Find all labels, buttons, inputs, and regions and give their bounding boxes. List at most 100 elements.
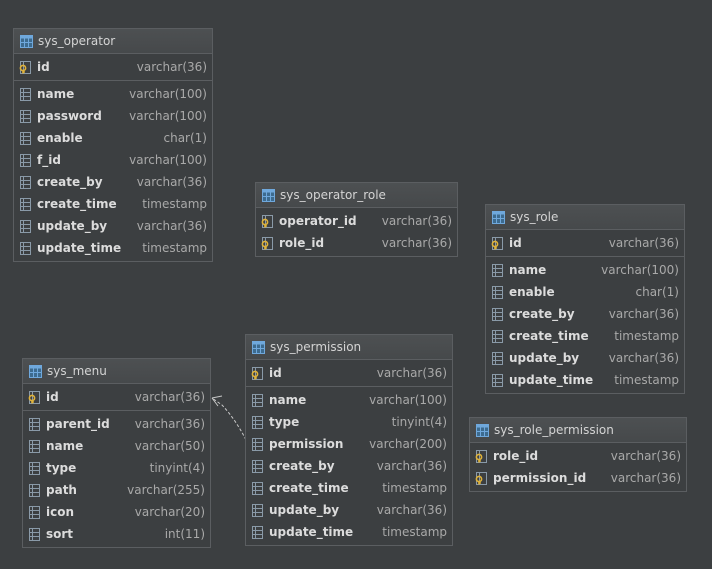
column-row[interactable]: name varchar(100): [486, 259, 684, 281]
table-name: sys_permission: [270, 340, 362, 354]
column-row[interactable]: path varchar(255): [23, 479, 210, 501]
primary-key-icon: [261, 236, 274, 250]
column-name: icon: [46, 505, 75, 519]
column-row[interactable]: enable char(1): [14, 127, 212, 149]
column-name: create_by: [509, 307, 575, 321]
column-type: timestamp: [614, 329, 679, 343]
column-type: timestamp: [382, 525, 447, 539]
primary-key-row[interactable]: operator_id varchar(36): [256, 210, 457, 232]
column-name: path: [46, 483, 77, 497]
table-header[interactable]: sys_operator: [14, 29, 212, 54]
column-type: tinyint(4): [391, 415, 447, 429]
column-row[interactable]: name varchar(100): [246, 389, 452, 411]
column-name: enable: [509, 285, 555, 299]
column-row[interactable]: name varchar(50): [23, 435, 210, 457]
table-name: sys_operator_role: [280, 188, 386, 202]
column-row[interactable]: f_id varchar(100): [14, 149, 212, 171]
column-row[interactable]: create_time timestamp: [14, 193, 212, 215]
primary-key-row[interactable]: permission_id varchar(36): [470, 467, 686, 489]
primary-key-icon: [251, 366, 264, 380]
column-type: varchar(36): [134, 390, 205, 404]
column-name: create_by: [269, 459, 335, 473]
column-name: name: [509, 263, 547, 277]
column-section: name varchar(100) enable char(1) create_by va…: [486, 257, 684, 393]
column-icon: [491, 263, 504, 277]
column-row[interactable]: create_time timestamp: [486, 325, 684, 347]
column-row[interactable]: create_by varchar(36): [14, 171, 212, 193]
column-row[interactable]: create_time timestamp: [246, 477, 452, 499]
column-row[interactable]: update_time timestamp: [14, 237, 212, 259]
table-sys-operator-role[interactable]: sys_operator_role operator_id varchar(36) r…: [255, 182, 458, 257]
table-header[interactable]: sys_role: [486, 205, 684, 230]
table-name: sys_role: [510, 210, 559, 224]
column-row[interactable]: create_by varchar(36): [246, 455, 452, 477]
table-header[interactable]: sys_permission: [246, 335, 452, 360]
table-sys-role-permission[interactable]: sys_role_permission role_id varchar(36) per…: [469, 417, 687, 492]
column-row[interactable]: create_by varchar(36): [486, 303, 684, 325]
column-row[interactable]: enable char(1): [486, 281, 684, 303]
column-type: timestamp: [382, 481, 447, 495]
column-icon: [28, 483, 41, 497]
primary-key-row[interactable]: id varchar(36): [246, 362, 452, 384]
column-row[interactable]: update_by varchar(36): [246, 499, 452, 521]
column-row[interactable]: name varchar(100): [14, 83, 212, 105]
column-type: varchar(36): [381, 236, 452, 250]
column-name: role_id: [279, 236, 325, 250]
column-row[interactable]: icon varchar(20): [23, 501, 210, 523]
column-type: varchar(20): [134, 505, 205, 519]
column-name: sort: [46, 527, 74, 541]
primary-key-row[interactable]: role_id varchar(36): [470, 445, 686, 467]
column-icon: [19, 131, 32, 145]
column-type: varchar(100): [129, 153, 207, 167]
column-row[interactable]: password varchar(100): [14, 105, 212, 127]
table-sys-role[interactable]: sys_role id varchar(36) name varchar(100) ena…: [485, 204, 685, 394]
column-row[interactable]: update_by varchar(36): [14, 215, 212, 237]
column-name: update_by: [509, 351, 580, 365]
column-type: varchar(36): [376, 366, 447, 380]
table-sys-operator[interactable]: sys_operator id varchar(36) name varchar(100…: [13, 28, 213, 262]
column-row[interactable]: type tinyint(4): [23, 457, 210, 479]
column-section: name varchar(100) type tinyint(4) permission…: [246, 387, 452, 545]
diagram-canvas: sys_operator id varchar(36) name varchar(100…: [0, 0, 712, 569]
table-sys-permission[interactable]: sys_permission id varchar(36) name varchar(1…: [245, 334, 453, 546]
primary-key-row[interactable]: id varchar(36): [23, 386, 210, 408]
column-row[interactable]: parent_id varchar(36): [23, 413, 210, 435]
column-row[interactable]: update_by varchar(36): [486, 347, 684, 369]
primary-key-section: role_id varchar(36) permission_id varchar(3…: [470, 443, 686, 491]
column-name: permission: [269, 437, 344, 451]
column-icon: [19, 153, 32, 167]
column-name: update_by: [37, 219, 108, 233]
primary-key-icon: [491, 236, 504, 250]
primary-key-section: id varchar(36): [23, 384, 210, 411]
column-type: varchar(36): [134, 417, 205, 431]
column-name: update_time: [269, 525, 354, 539]
column-icon: [28, 505, 41, 519]
table-header[interactable]: sys_operator_role: [256, 183, 457, 208]
column-icon: [19, 175, 32, 189]
column-icon: [19, 241, 32, 255]
column-type: varchar(36): [608, 307, 679, 321]
column-name: operator_id: [279, 214, 357, 228]
column-type: varchar(100): [601, 263, 679, 277]
column-icon: [19, 109, 32, 123]
primary-key-row[interactable]: id varchar(36): [486, 232, 684, 254]
column-icon: [19, 219, 32, 233]
column-type: varchar(36): [136, 60, 207, 74]
table-header[interactable]: sys_role_permission: [470, 418, 686, 443]
column-type: int(11): [164, 527, 205, 541]
column-section: parent_id varchar(36) name varchar(50) type t…: [23, 411, 210, 547]
column-type: varchar(50): [134, 439, 205, 453]
table-sys-menu[interactable]: sys_menu id varchar(36) parent_id varchar(36…: [22, 358, 211, 548]
column-name: enable: [37, 131, 83, 145]
primary-key-row[interactable]: role_id varchar(36): [256, 232, 457, 254]
column-row[interactable]: sort int(11): [23, 523, 210, 545]
column-row[interactable]: update_time timestamp: [246, 521, 452, 543]
primary-key-section: operator_id varchar(36) role_id varchar(36): [256, 208, 457, 256]
primary-key-row[interactable]: id varchar(36): [14, 56, 212, 78]
primary-key-section: id varchar(36): [246, 360, 452, 387]
column-row[interactable]: update_time timestamp: [486, 369, 684, 391]
column-row[interactable]: type tinyint(4): [246, 411, 452, 433]
column-row[interactable]: permission varchar(200): [246, 433, 452, 455]
table-header[interactable]: sys_menu: [23, 359, 210, 384]
primary-key-icon: [19, 60, 32, 74]
